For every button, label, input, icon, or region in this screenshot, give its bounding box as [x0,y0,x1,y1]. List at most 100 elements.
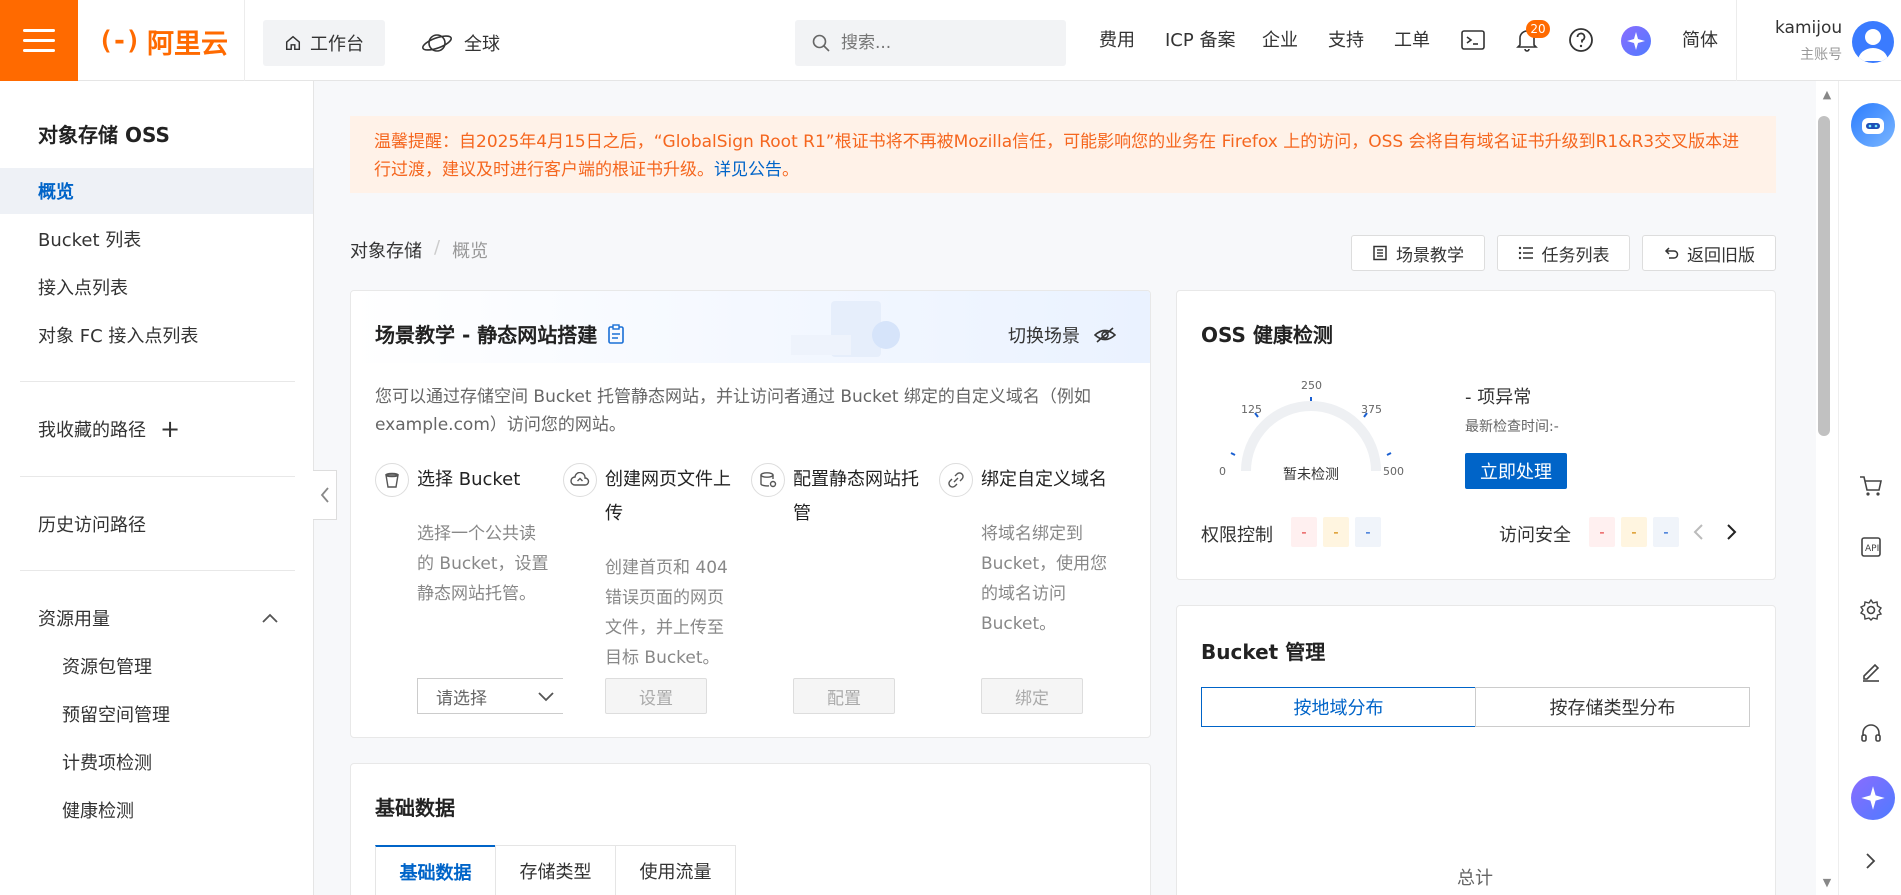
sidebar-title: 对象存储 OSS [38,123,170,147]
settings-gear-icon[interactable] [1855,594,1887,626]
bucket-select[interactable]: 请选择 [417,678,563,714]
nav-link-support[interactable]: 支持 [1328,26,1364,52]
scroll-down-icon[interactable]: ▼ [1816,876,1838,892]
old-version-button[interactable]: 返回旧版 [1642,235,1776,271]
step-title: 绑定自定义域名 [981,469,1107,490]
edit-icon[interactable] [1855,655,1887,687]
next-arrow-icon[interactable] [1719,519,1745,545]
scenario-title-text: 场景教学 - 静态网站搭建 [375,323,598,347]
ai-assistant-icon[interactable] [1621,26,1651,56]
user-name: kamijou [1775,18,1843,38]
region-selector[interactable]: 全球 [420,20,500,66]
tab-by-region[interactable]: 按地域分布 [1201,687,1476,727]
tutorial-button[interactable]: 场景教学 [1351,235,1485,271]
sidebar-group-resource[interactable]: 资源用量 [0,595,313,641]
tab-storage-type[interactable]: 存储类型 [495,845,616,895]
sidebar-item-reserved-space[interactable]: 预留空间管理 [0,691,313,737]
step-title: 创建网页文件上传 [605,469,731,524]
sidebar-item-resource-pack[interactable]: 资源包管理 [0,643,313,689]
perm-high-risk[interactable]: - [1291,517,1317,547]
terminal-icon[interactable] [1458,25,1488,55]
step-description: 将域名绑定到 Bucket，使用您的域名访问 Bucket。 [981,524,1108,634]
headset-icon[interactable] [1855,718,1887,750]
step-bind-domain: 绑定自定义域名 将域名绑定到 Bucket，使用您的域名访问 Bucket。 [939,463,1115,639]
cart-icon[interactable] [1855,470,1887,502]
tab-basic-data[interactable]: 基础数据 [375,845,496,895]
robot-assistant-icon[interactable] [1851,103,1895,147]
scenario-description: 您可以通过存储空间 Bucket 托管静态网站，并让访问者通过 Bucket 绑… [375,387,1091,435]
workbench-button[interactable]: 工作台 [263,20,385,66]
access-low-risk[interactable]: - [1653,517,1679,547]
notification-badge: 20 [1526,20,1550,38]
tab-traffic[interactable]: 使用流量 [615,845,736,895]
language-switch[interactable]: 简体 [1682,26,1718,52]
sidebar-item-access-points[interactable]: 接入点列表 [0,264,313,310]
bind-button[interactable]: 绑定 [981,678,1083,714]
database-config-icon [751,463,785,497]
gauge-tick: 250 [1301,379,1322,392]
step-upload-files: 创建网页文件上传 创建首页和 404 错误页面的网页文件，并上传至目标 Buck… [563,463,739,673]
favorites-label: 我收藏的路径 [38,420,146,441]
expand-rail-icon[interactable] [1855,845,1887,877]
step-title: 选择 Bucket [417,469,521,490]
sidebar: 对象存储 OSS 概览 Bucket 列表 接入点列表 对象 FC 接入点列表 … [0,81,314,895]
config-button[interactable]: 配置 [793,678,895,714]
access-medium-risk[interactable]: - [1621,517,1647,547]
help-icon[interactable] [1566,25,1596,55]
breadcrumb-separator: / [434,237,441,258]
old-version-label: 返回旧版 [1687,245,1755,266]
ai-spark-icon[interactable] [1851,776,1895,820]
sidebar-item-overview[interactable]: 概览 [0,168,313,214]
eye-off-icon[interactable] [1094,326,1116,344]
search-box[interactable] [795,20,1066,66]
nav-link-ticket[interactable]: 工单 [1394,26,1430,52]
bucket-select-value: 请选择 [436,688,487,709]
task-list-button[interactable]: 任务列表 [1497,235,1630,271]
handle-now-button[interactable]: 立即处理 [1465,453,1567,489]
sidebar-divider [20,570,295,571]
gauge-tick: 375 [1361,403,1382,416]
aliyun-logo[interactable]: (-) 阿里云 [98,22,228,60]
gauge-tick: 125 [1241,403,1262,416]
user-info[interactable]: kamijou 主账号 [1775,18,1842,64]
menu-button[interactable] [0,0,78,81]
sidebar-item-billing-check[interactable]: 计费项检测 [0,739,313,785]
switch-scene-button[interactable]: 切换场景 [1008,322,1116,348]
chevron-up-icon [262,613,278,623]
nav-link-enterprise[interactable]: 企业 [1262,26,1298,52]
sidebar-collapse-button[interactable] [313,470,337,520]
perm-medium-risk[interactable]: - [1323,517,1349,547]
user-avatar[interactable] [1852,21,1894,63]
abnormal-count: - 项异常 [1465,387,1532,408]
sidebar-item-bucket-list[interactable]: Bucket 列表 [0,216,313,262]
gauge-tick: 0 [1219,465,1226,478]
step-description: 创建首页和 404 错误页面的网页文件，并上传至目标 Bucket。 [605,558,728,668]
access-high-risk[interactable]: - [1589,517,1615,547]
nav-link-fees[interactable]: 费用 [1099,26,1135,52]
notice-link[interactable]: 详见公告 [714,160,782,180]
scenario-title: 场景教学 - 静态网站搭建 [375,319,625,348]
plus-icon[interactable]: + [160,415,180,443]
nav-link-icp[interactable]: ICP 备案 [1165,26,1235,52]
api-icon[interactable]: API [1855,531,1887,563]
notice-tail: 。 [782,160,799,180]
clipboard-icon[interactable] [607,323,625,344]
logo-mark: (-) [98,26,141,56]
health-gauge: 0 125 250 375 500 暂未检测 [1219,379,1404,481]
sidebar-item-favorites[interactable]: 我收藏的路径 + [0,406,313,452]
task-list-label: 任务列表 [1541,245,1610,266]
set-button[interactable]: 设置 [605,678,707,714]
scroll-up-icon[interactable]: ▲ [1816,88,1838,104]
search-input[interactable] [841,33,1041,53]
basic-data-card: 基础数据 基础数据 存储类型 使用流量 [350,763,1151,895]
perm-low-risk[interactable]: - [1355,517,1381,547]
prev-arrow-icon[interactable] [1685,519,1711,545]
home-icon [285,35,301,51]
scenario-card: 场景教学 - 静态网站搭建 切换场景 您可以通过存储空间 Bucket 托管静态… [350,290,1151,738]
sidebar-item-history[interactable]: 历史访问路径 [0,501,313,547]
tab-by-storage-type[interactable]: 按存储类型分布 [1475,687,1750,727]
scrollbar-thumb[interactable] [1818,116,1830,436]
sidebar-item-fc-access-points[interactable]: 对象 FC 接入点列表 [0,312,313,358]
breadcrumb-root[interactable]: 对象存储 [350,237,422,263]
sidebar-item-health-check[interactable]: 健康检测 [0,787,313,833]
